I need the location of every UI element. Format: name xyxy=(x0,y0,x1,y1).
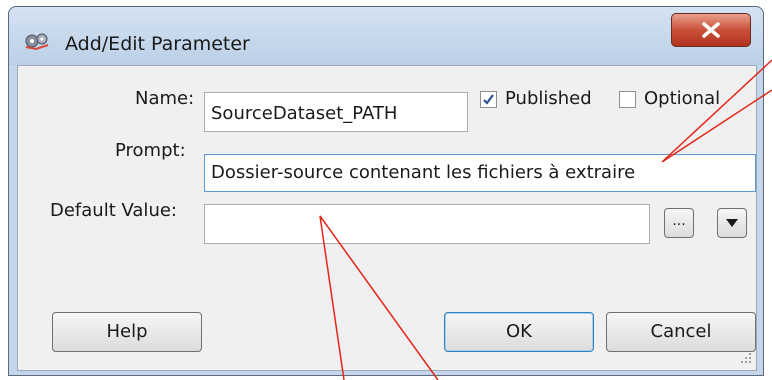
annotation-arrow-prompt xyxy=(661,59,772,163)
annotation-overlay xyxy=(319,59,772,380)
annotation-arrow-default-value xyxy=(319,215,439,380)
